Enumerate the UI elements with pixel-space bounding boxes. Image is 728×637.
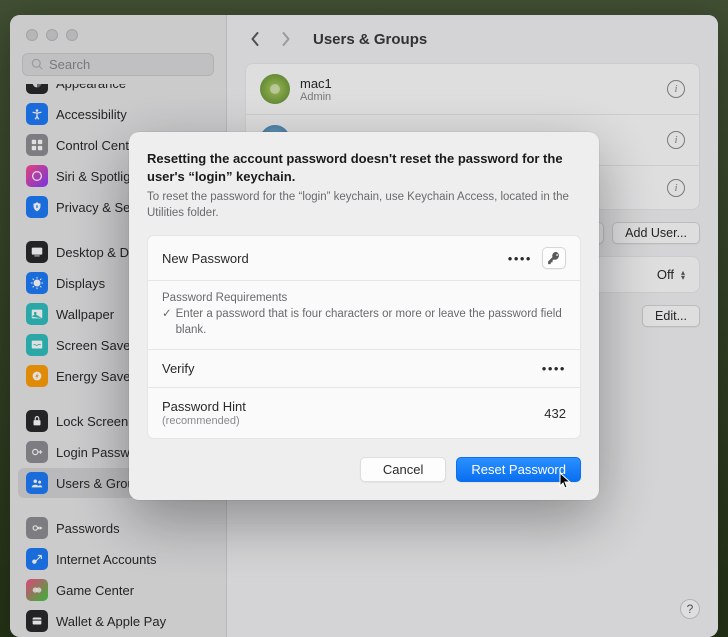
dialog-title: Resetting the account password doesn't r… xyxy=(147,150,581,185)
modal-overlay: Resetting the account password doesn't r… xyxy=(0,0,728,637)
hint-label: Password Hint xyxy=(162,399,246,414)
new-password-label: New Password xyxy=(162,251,249,266)
password-form: New Password •••• Password Requirements … xyxy=(147,235,581,439)
verify-field[interactable]: •••• xyxy=(542,361,566,376)
hint-field[interactable]: 432 xyxy=(544,406,566,421)
new-password-field[interactable]: •••• xyxy=(508,251,532,266)
requirements-title: Password Requirements xyxy=(162,292,566,304)
cancel-button[interactable]: Cancel xyxy=(360,457,446,482)
hint-sub: (recommended) xyxy=(162,415,246,427)
requirements-text: ✓ Enter a password that is four characte… xyxy=(162,307,566,338)
dialog-subtitle: To reset the password for the “login” ke… xyxy=(147,190,581,221)
check-icon: ✓ xyxy=(162,307,172,323)
verify-label: Verify xyxy=(162,361,195,376)
cursor-icon xyxy=(559,472,573,490)
key-icon xyxy=(547,251,561,265)
password-suggestion-button[interactable] xyxy=(542,247,566,269)
reset-password-dialog: Resetting the account password doesn't r… xyxy=(129,132,599,500)
